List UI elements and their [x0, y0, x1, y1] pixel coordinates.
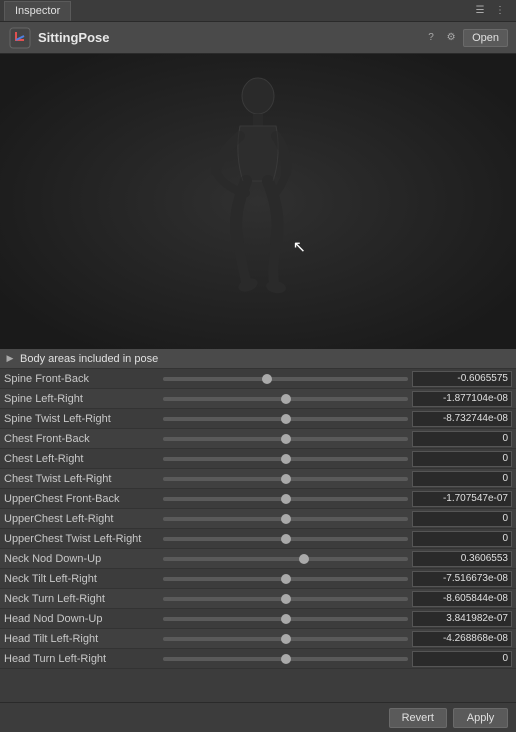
settings-icon[interactable]: ⚙ — [443, 30, 459, 46]
slider-value-input[interactable] — [412, 431, 512, 447]
slider-label: Chest Left-Right — [4, 453, 159, 465]
section-label: Body areas included in pose — [20, 353, 158, 365]
slider-input[interactable] — [163, 457, 408, 461]
slider-label: Chest Twist Left-Right — [4, 473, 159, 485]
sliders-container: Spine Front-Back Spine Left-Right Spine Tw… — [0, 369, 516, 702]
slider-row: Neck Turn Left-Right — [0, 589, 516, 609]
slider-label: Head Tilt Left-Right — [4, 633, 159, 645]
slider-track-container — [163, 592, 408, 606]
slider-track-container — [163, 512, 408, 526]
slider-row: Chest Twist Left-Right — [0, 469, 516, 489]
inspector-tab[interactable]: Inspector — [4, 1, 71, 21]
tab-bar: Inspector ☰ ⋮ — [0, 0, 516, 22]
slider-track-container — [163, 432, 408, 446]
slider-row: Spine Twist Left-Right — [0, 409, 516, 429]
slider-row: Neck Nod Down-Up — [0, 549, 516, 569]
slider-input[interactable] — [163, 437, 408, 441]
slider-input[interactable] — [163, 377, 408, 381]
slider-track-container — [163, 552, 408, 566]
slider-value-input[interactable] — [412, 651, 512, 667]
slider-label: Neck Nod Down-Up — [4, 553, 159, 565]
slider-track-container — [163, 612, 408, 626]
slider-label: Neck Turn Left-Right — [4, 593, 159, 605]
asset-title: SittingPose — [38, 30, 423, 45]
slider-track-container — [163, 472, 408, 486]
slider-value-input[interactable] — [412, 471, 512, 487]
slider-label: Head Nod Down-Up — [4, 613, 159, 625]
help-icon[interactable]: ? — [423, 30, 439, 46]
slider-input[interactable] — [163, 537, 408, 541]
slider-input[interactable] — [163, 657, 408, 661]
sitting-pose-icon — [8, 26, 32, 50]
slider-label: Spine Front-Back — [4, 373, 159, 385]
slider-row: UpperChest Left-Right — [0, 509, 516, 529]
header-actions: ? ⚙ Open — [423, 29, 508, 47]
slider-track-container — [163, 392, 408, 406]
slider-input[interactable] — [163, 577, 408, 581]
slider-input[interactable] — [163, 397, 408, 401]
tab-more-icon[interactable]: ⋮ — [492, 3, 508, 19]
slider-label: UpperChest Twist Left-Right — [4, 533, 159, 545]
header-row: SittingPose ? ⚙ Open — [0, 22, 516, 54]
slider-input[interactable] — [163, 637, 408, 641]
slider-value-input[interactable] — [412, 491, 512, 507]
slider-value-input[interactable] — [412, 371, 512, 387]
tab-icon-group: ☰ ⋮ — [472, 3, 512, 19]
slider-label: Neck Tilt Left-Right — [4, 573, 159, 585]
slider-value-input[interactable] — [412, 511, 512, 527]
slider-input[interactable] — [163, 417, 408, 421]
tab-menu-icon[interactable]: ☰ — [472, 3, 488, 19]
slider-row: Head Tilt Left-Right — [0, 629, 516, 649]
slider-input[interactable] — [163, 597, 408, 601]
slider-input[interactable] — [163, 497, 408, 501]
slider-track-container — [163, 572, 408, 586]
slider-row: Spine Left-Right — [0, 389, 516, 409]
slider-label: Spine Left-Right — [4, 393, 159, 405]
slider-row: Chest Front-Back — [0, 429, 516, 449]
preview-area: ↖ — [0, 54, 516, 349]
apply-button[interactable]: Apply — [453, 708, 508, 728]
section-collapse-arrow: ▶ — [4, 353, 16, 365]
slider-track-container — [163, 492, 408, 506]
slider-row: Head Nod Down-Up — [0, 609, 516, 629]
slider-value-input[interactable] — [412, 531, 512, 547]
slider-track-container — [163, 652, 408, 666]
slider-track-container — [163, 452, 408, 466]
revert-button[interactable]: Revert — [389, 708, 447, 728]
slider-value-input[interactable] — [412, 631, 512, 647]
slider-track-container — [163, 412, 408, 426]
slider-label: UpperChest Front-Back — [4, 493, 159, 505]
slider-row: UpperChest Front-Back — [0, 489, 516, 509]
slider-value-input[interactable] — [412, 571, 512, 587]
slider-value-input[interactable] — [412, 611, 512, 627]
slider-track-container — [163, 532, 408, 546]
slider-row: Neck Tilt Left-Right — [0, 569, 516, 589]
slider-label: UpperChest Left-Right — [4, 513, 159, 525]
slider-label: Head Turn Left-Right — [4, 653, 159, 665]
slider-track-container — [163, 372, 408, 386]
slider-value-input[interactable] — [412, 591, 512, 607]
slider-row: Head Turn Left-Right — [0, 649, 516, 669]
figure-svg — [0, 54, 516, 349]
slider-label: Chest Front-Back — [4, 433, 159, 445]
slider-input[interactable] — [163, 617, 408, 621]
slider-row: Chest Left-Right — [0, 449, 516, 469]
slider-input[interactable] — [163, 477, 408, 481]
slider-input[interactable] — [163, 517, 408, 521]
slider-value-input[interactable] — [412, 391, 512, 407]
slider-track-container — [163, 632, 408, 646]
section-header[interactable]: ▶ Body areas included in pose — [0, 349, 516, 369]
slider-row: Spine Front-Back — [0, 369, 516, 389]
footer-row: Revert Apply — [0, 702, 516, 732]
slider-input[interactable] — [163, 557, 408, 561]
slider-row: UpperChest Twist Left-Right — [0, 529, 516, 549]
open-button[interactable]: Open — [463, 29, 508, 47]
inspector-tab-label: Inspector — [15, 5, 60, 17]
slider-value-input[interactable] — [412, 551, 512, 567]
slider-label: Spine Twist Left-Right — [4, 413, 159, 425]
slider-value-input[interactable] — [412, 411, 512, 427]
slider-value-input[interactable] — [412, 451, 512, 467]
